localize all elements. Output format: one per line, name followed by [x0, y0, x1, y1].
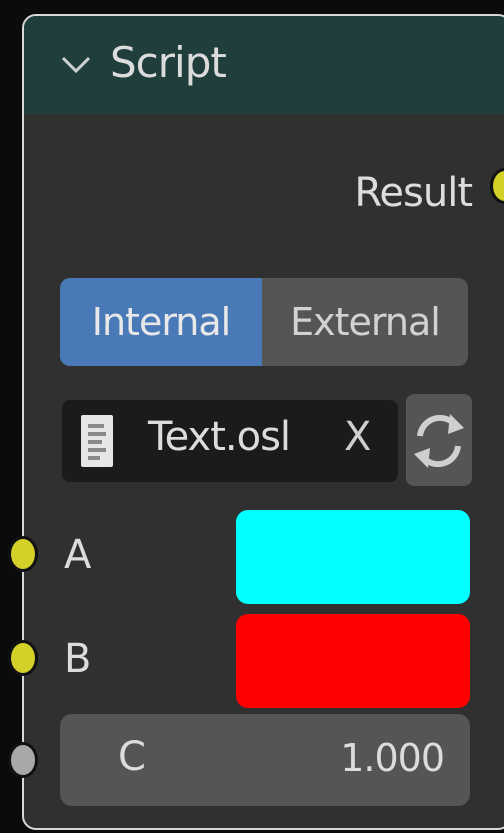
input-a-label: A: [64, 532, 92, 578]
script-file-field[interactable]: Text.osl X: [62, 400, 398, 482]
clear-file-button[interactable]: X: [344, 414, 371, 460]
input-b-color-swatch[interactable]: [236, 614, 470, 708]
node-title: Script: [110, 38, 227, 87]
node-header[interactable]: Script: [24, 16, 504, 114]
input-a-color-swatch[interactable]: [236, 510, 470, 604]
input-c-label: C: [118, 734, 146, 780]
input-c-value: 1.000: [340, 736, 445, 780]
input-b-socket[interactable]: [8, 640, 38, 676]
script-node[interactable]: Script Result Internal External Text.osl…: [8, 14, 504, 830]
output-result-socket[interactable]: [490, 168, 504, 204]
input-b-label: B: [64, 636, 92, 682]
source-mode-toggle[interactable]: Internal External: [60, 278, 468, 366]
input-a-socket[interactable]: [8, 536, 38, 572]
text-file-icon: [81, 415, 113, 467]
reload-button[interactable]: [406, 394, 472, 486]
input-c-socket[interactable]: [8, 742, 38, 778]
internal-button[interactable]: Internal: [60, 278, 262, 366]
external-button[interactable]: External: [262, 278, 468, 366]
output-result-label: Result: [354, 170, 473, 216]
input-c-value-field[interactable]: C 1.000: [60, 714, 470, 806]
script-file-name: Text.osl: [148, 414, 291, 460]
reload-icon: [414, 414, 464, 468]
chevron-down-icon[interactable]: [60, 54, 92, 76]
